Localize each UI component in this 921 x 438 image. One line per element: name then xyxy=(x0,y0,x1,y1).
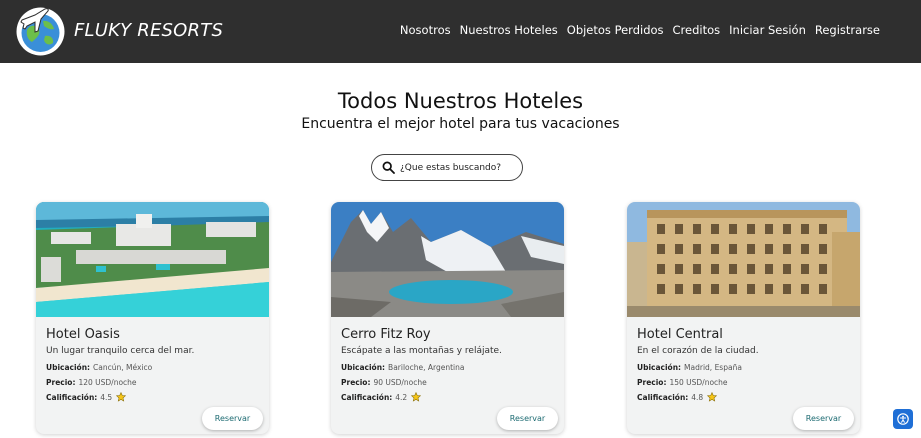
nav-link-registrarse[interactable]: Registrarse xyxy=(815,23,880,37)
price-label: Precio: xyxy=(46,378,76,387)
hotel-price: Precio: 90 USD/noche xyxy=(341,378,427,387)
search-input[interactable] xyxy=(400,159,518,177)
hotel-rating: Calificación: 4.8 xyxy=(637,392,718,402)
hotel-rating: Calificación: 4.2 xyxy=(341,392,422,402)
nav-link-nuestros-hoteles[interactable]: Nuestros Hoteles xyxy=(460,23,558,37)
search-box[interactable] xyxy=(371,154,523,181)
location-label: Ubicación: xyxy=(46,363,91,372)
hotel-name: Hotel Oasis xyxy=(46,327,120,342)
hotel-description: Escápate a las montañas y relájate. xyxy=(341,346,502,356)
rating-label: Calificación: xyxy=(637,392,689,402)
price-value: 120 USD/noche xyxy=(78,378,137,387)
rating-value: 4.2 xyxy=(395,392,408,402)
rating-value: 4.5 xyxy=(100,392,113,402)
hotel-card: Hotel Oasis Un lugar tranquilo cerca del… xyxy=(36,202,269,434)
mountain-lake-image xyxy=(331,202,564,317)
location-value: Bariloche, Argentina xyxy=(388,363,465,372)
star-icon xyxy=(707,392,718,402)
price-value: 150 USD/noche xyxy=(669,378,728,387)
rating-value: 4.8 xyxy=(691,392,704,402)
hotel-location: Ubicación: Cancún, México xyxy=(46,363,152,372)
location-label: Ubicación: xyxy=(637,363,682,372)
search-icon xyxy=(382,161,395,174)
price-label: Precio: xyxy=(341,378,371,387)
nav-link-iniciar-sesion[interactable]: Iniciar Sesión xyxy=(729,23,806,37)
hotel-card: Cerro Fitz Roy Escápate a las montañas y… xyxy=(331,202,564,434)
hotel-rating: Calificación: 4.5 xyxy=(46,392,127,402)
nav-link-objetos-perdidos[interactable]: Objetos Perdidos xyxy=(567,23,664,37)
hotel-location: Ubicación: Bariloche, Argentina xyxy=(341,363,464,372)
hotel-description: En el corazón de la ciudad. xyxy=(637,346,759,356)
accessibility-icon xyxy=(897,413,909,425)
nav-link-nosotros[interactable]: Nosotros xyxy=(400,23,451,37)
city-building-image xyxy=(627,202,860,317)
page-title: Todos Nuestros Hoteles xyxy=(337,89,584,113)
accessibility-button[interactable] xyxy=(893,409,913,429)
hotel-name: Hotel Central xyxy=(637,327,723,342)
top-navbar: FLUKY RESORTS Nosotros Nuestros Hoteles … xyxy=(0,0,921,63)
beach-resort-image xyxy=(36,202,269,317)
reserve-button[interactable]: Reservar xyxy=(202,407,263,430)
price-label: Precio: xyxy=(637,378,667,387)
hotel-description: Un lugar tranquilo cerca del mar. xyxy=(46,346,195,356)
page-subtitle: Encuentra el mejor hotel para tus vacaci… xyxy=(301,116,620,132)
globe-airplane-logo-icon[interactable] xyxy=(15,6,66,57)
location-value: Cancún, México xyxy=(93,363,153,372)
hotel-location: Ubicación: Madrid, España xyxy=(637,363,742,372)
star-icon xyxy=(116,392,127,402)
hotel-price: Precio: 120 USD/noche xyxy=(46,378,137,387)
hotel-name: Cerro Fitz Roy xyxy=(341,327,431,342)
price-value: 90 USD/noche xyxy=(373,378,427,387)
nav-link-creditos[interactable]: Creditos xyxy=(673,23,721,37)
hotel-price: Precio: 150 USD/noche xyxy=(637,378,728,387)
reserve-button[interactable]: Reservar xyxy=(793,407,854,430)
main-nav: Nosotros Nuestros Hoteles Objetos Perdid… xyxy=(400,23,880,37)
rating-label: Calificación: xyxy=(46,392,98,402)
location-label: Ubicación: xyxy=(341,363,386,372)
brand-name[interactable]: FLUKY RESORTS xyxy=(74,20,223,41)
reserve-button[interactable]: Reservar xyxy=(497,407,558,430)
rating-label: Calificación: xyxy=(341,392,393,402)
star-icon xyxy=(411,392,422,402)
hotel-card: Hotel Central En el corazón de la ciudad… xyxy=(627,202,860,434)
location-value: Madrid, España xyxy=(684,363,742,372)
